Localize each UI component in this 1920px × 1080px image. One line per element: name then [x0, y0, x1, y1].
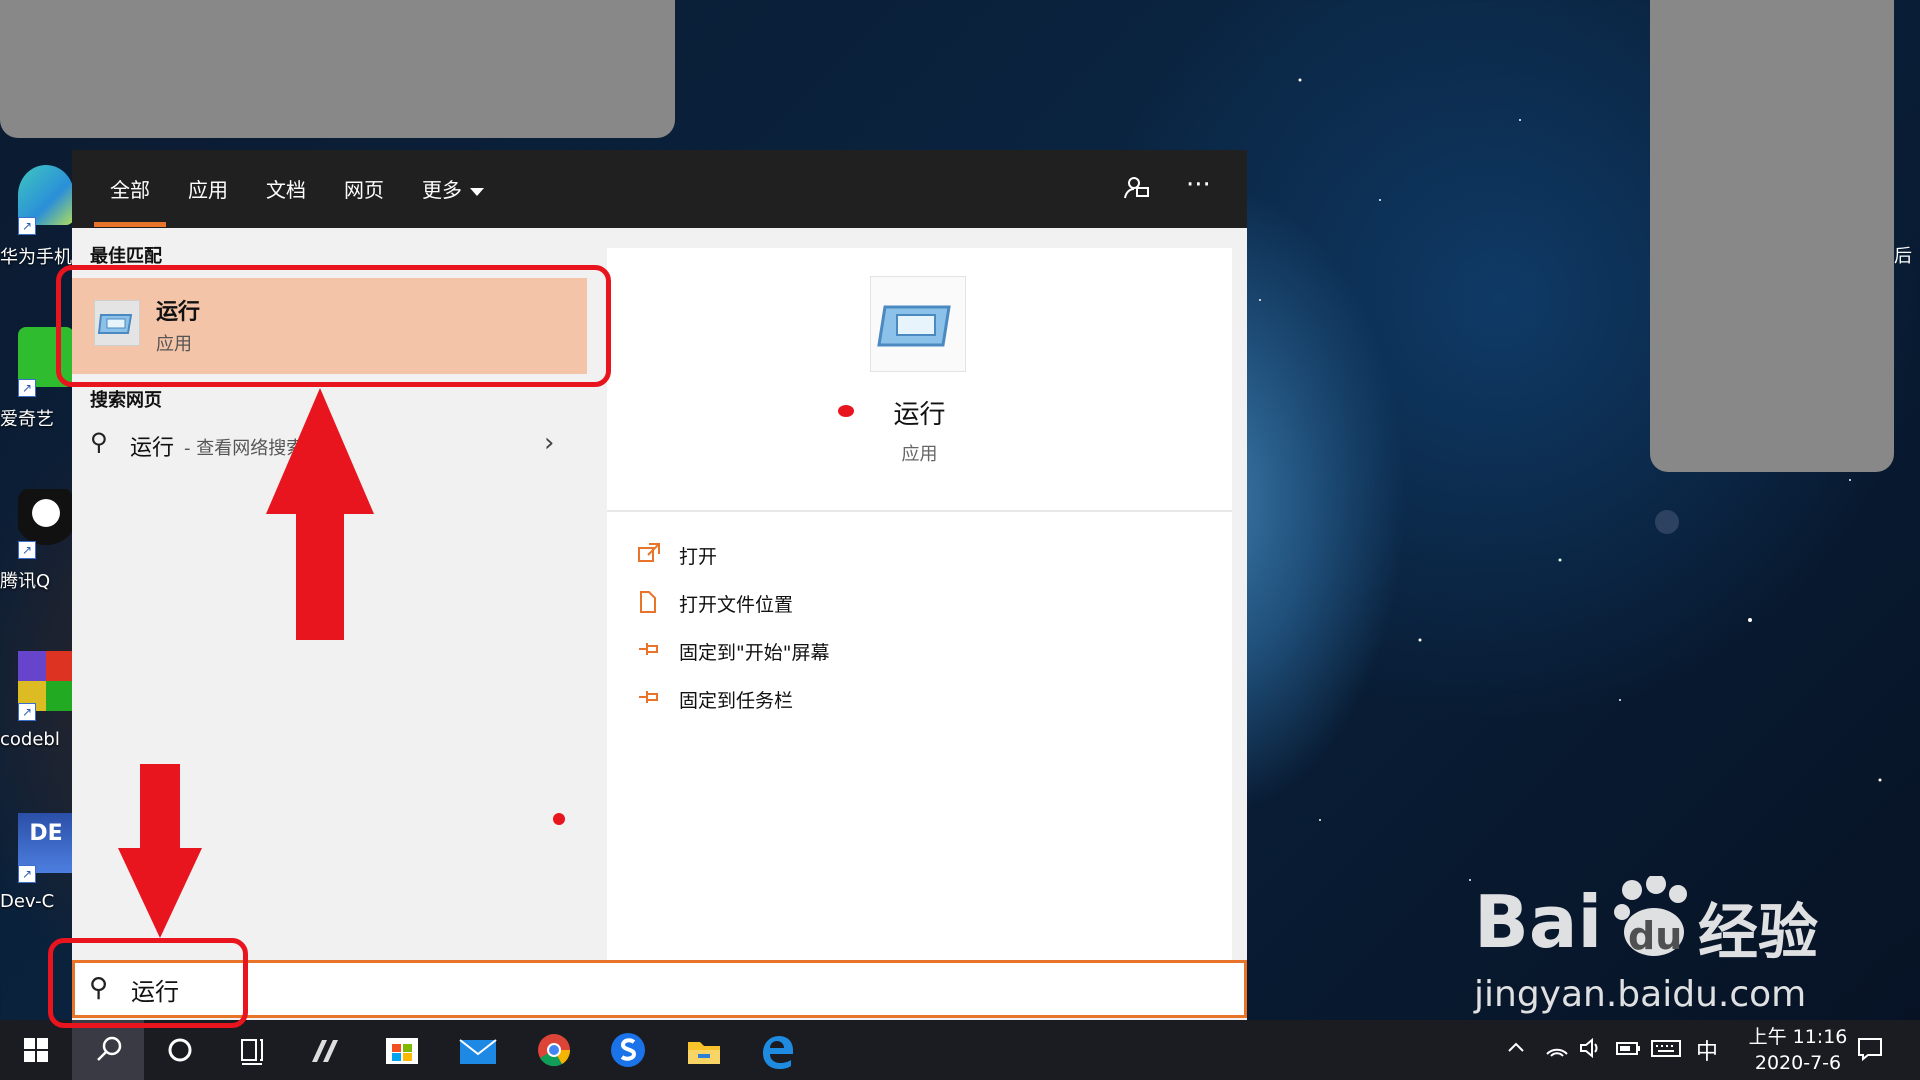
annotation-arrow-up [266, 388, 374, 640]
preview-title: 运行 [893, 400, 946, 430]
taskbar-app-logo[interactable] [290, 1020, 362, 1080]
chevron-right-icon[interactable]: › [544, 428, 554, 458]
preview-pane: 运行 应用 打开 打开文件位置 固定到"开始"屏幕 固定到任务栏 [607, 248, 1232, 1000]
preview-subtitle: 应用 [901, 444, 938, 465]
preview-header: 运行 应用 [607, 248, 1232, 512]
shortcut-arrow-icon: ↗ [18, 217, 36, 235]
edge-browser-icon[interactable] [742, 1020, 814, 1080]
taskbar-search-button[interactable] [72, 1020, 144, 1080]
codeblocks-icon [18, 651, 74, 711]
action-pin-to-start[interactable]: 固定到"开始"屏幕 [637, 636, 1197, 668]
clock-time: 上午 11:16 [1748, 1026, 1848, 1048]
volume-icon[interactable] [1578, 1036, 1604, 1080]
devcpp-icon: DE [18, 813, 74, 873]
shortcut-arrow-icon: ↗ [18, 379, 36, 397]
tab-all[interactable]: 全部 [94, 174, 166, 227]
store-app-icon[interactable] [366, 1020, 438, 1080]
clock-date: 2020-7-6 [1754, 1052, 1842, 1074]
shortcut-arrow-icon: ↗ [18, 865, 36, 883]
action-center-icon[interactable] [1856, 1036, 1884, 1080]
baidu-watermark: Bai du 经验 jingyan.baidu.com [1474, 874, 1914, 1015]
taskbar-clock[interactable]: 上午 11:16 2020-7-6 [1738, 1024, 1858, 1076]
ime-indicator[interactable]: 中 [1696, 1034, 1718, 1080]
pin-icon [637, 686, 663, 710]
annotation-highlight-search-box [48, 938, 248, 1028]
web-search-heading: 搜索网页 [90, 390, 162, 411]
action-open-file-location[interactable]: 打开文件位置 [637, 588, 1197, 620]
tab-apps[interactable]: 应用 [188, 174, 228, 214]
watermark-brand: Bai [1474, 880, 1603, 964]
search-scope-bar: 全部 应用 文档 网页 更多 ··· [72, 150, 1247, 228]
touch-keyboard-icon[interactable] [1650, 1036, 1682, 1080]
show-hidden-icons-button[interactable] [1504, 1036, 1528, 1080]
tab-more[interactable]: 更多 [422, 174, 484, 214]
web-search-title: 运行 [130, 436, 175, 461]
watermark-brand-cn: 经验 [1698, 898, 1818, 968]
wifi-icon[interactable] [1544, 1036, 1570, 1080]
redacted-area-top-right [1650, 0, 1894, 472]
taskbar: 中 上午 11:16 2020-7-6 [0, 1020, 1920, 1080]
task-view-button[interactable] [216, 1020, 288, 1080]
mail-app-icon[interactable] [442, 1020, 514, 1080]
chrome-app-icon[interactable] [518, 1020, 590, 1080]
action-pin-to-taskbar[interactable]: 固定到任务栏 [637, 684, 1197, 716]
feedback-icon[interactable] [1122, 174, 1150, 208]
file-explorer-icon[interactable] [668, 1020, 740, 1080]
watermark-url: jingyan.baidu.com [1474, 974, 1807, 1015]
tab-web[interactable]: 网页 [344, 174, 384, 214]
start-button[interactable] [0, 1020, 72, 1080]
annotation-dot [553, 813, 565, 825]
shortcut-arrow-icon: ↗ [18, 541, 36, 559]
annotation-arrow-down [118, 764, 202, 938]
desktop-edge-text: 后 [1894, 246, 1912, 267]
watermark-brand-mid: du [1628, 914, 1683, 958]
search-icon: ⚲ [90, 428, 108, 456]
action-open[interactable]: 打开 [637, 540, 1197, 572]
battery-icon[interactable] [1614, 1036, 1642, 1080]
chevron-down-icon [470, 187, 484, 196]
file-location-icon [637, 590, 663, 614]
redacted-area-top-left [0, 0, 675, 138]
search-box: ⚲ [72, 960, 1247, 1018]
run-app-large-icon [870, 276, 966, 372]
annotation-highlight-best-match [56, 265, 611, 387]
more-options-icon[interactable]: ··· [1186, 170, 1211, 200]
huawei-app-icon [18, 165, 74, 225]
sogou-app-icon[interactable] [592, 1020, 664, 1080]
qq-penguin-icon [18, 489, 74, 549]
tab-documents[interactable]: 文档 [266, 174, 306, 214]
annotation-dot [838, 405, 854, 417]
pin-icon [637, 638, 663, 662]
shortcut-arrow-icon: ↗ [18, 703, 36, 721]
open-icon [637, 542, 663, 566]
cortana-button[interactable] [144, 1020, 216, 1080]
